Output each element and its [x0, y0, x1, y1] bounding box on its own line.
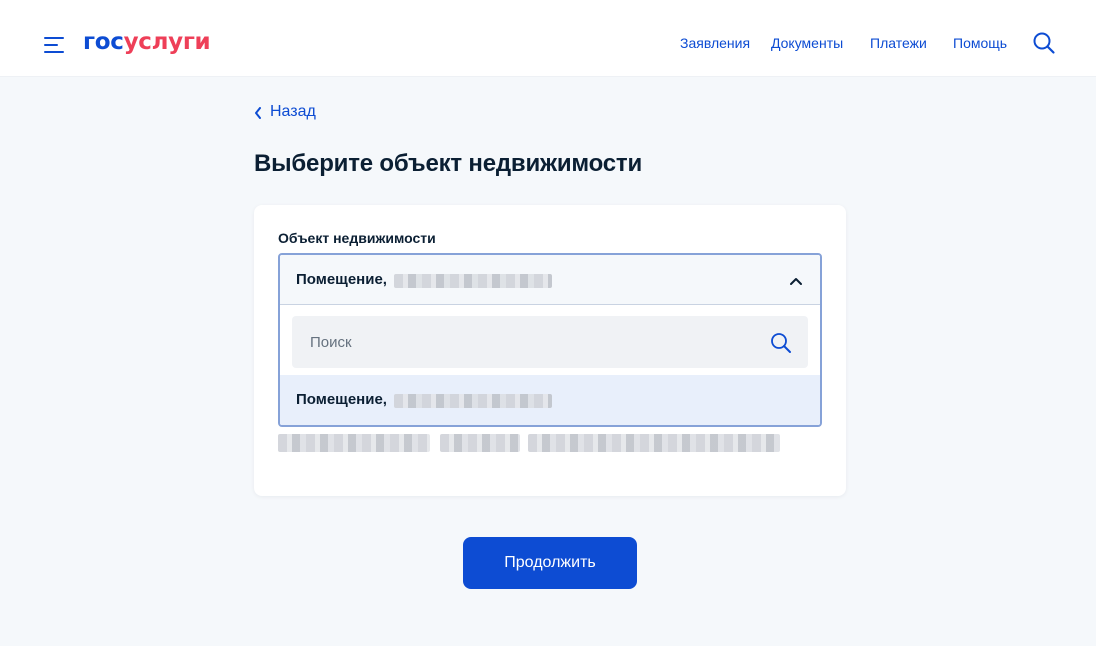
- nav-link-payments[interactable]: Платежи: [870, 35, 927, 51]
- continue-button[interactable]: Продолжить: [463, 537, 637, 589]
- dropdown-option[interactable]: Помещение,: [280, 375, 820, 425]
- continue-button-label: Продолжить: [504, 554, 596, 571]
- property-select-dropdown: Помещение, Помещение,: [278, 253, 822, 427]
- nav-link-help[interactable]: Помощь: [953, 35, 1007, 51]
- search-icon[interactable]: [1032, 31, 1056, 55]
- site-header: госуслуги Заявления Документы Платежи По…: [0, 0, 1096, 77]
- chevron-up-icon[interactable]: [789, 276, 803, 286]
- nav-link-applications[interactable]: Заявления: [680, 35, 750, 51]
- selected-value: Помещение,: [296, 271, 387, 288]
- search-input[interactable]: [292, 316, 752, 368]
- back-link-label: Назад: [270, 103, 316, 120]
- field-label: Объект недвижимости: [278, 230, 436, 246]
- top-nav: Заявления Документы Платежи Помощь: [0, 35, 1096, 55]
- property-select[interactable]: Помещение,: [280, 255, 820, 305]
- chevron-left-icon: [255, 107, 261, 119]
- redacted-address: [394, 394, 552, 408]
- search-icon[interactable]: [770, 332, 792, 354]
- page-title: Выберите объект недвижимости: [254, 150, 643, 177]
- redacted-address: [394, 274, 552, 288]
- option-label: Помещение,: [296, 391, 387, 408]
- nav-link-documents[interactable]: Документы: [771, 35, 843, 51]
- dropdown-search-box[interactable]: [292, 316, 808, 368]
